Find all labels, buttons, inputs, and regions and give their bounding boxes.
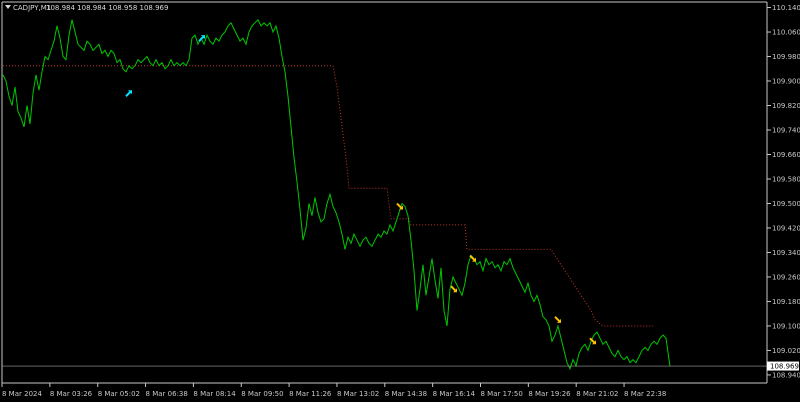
price-tick-label: 109.020 (772, 347, 800, 355)
price-tick-label: 109.340 (772, 249, 800, 257)
price-tick-label: 109.740 (772, 127, 800, 135)
time-tick-label: 8 Mar 03:26 (50, 390, 93, 398)
price-tick-label: 109.900 (772, 78, 800, 86)
price-tick-label: 109.100 (772, 322, 800, 330)
time-tick-label: 8 Mar 11:26 (289, 390, 332, 398)
price-tick-label: 109.820 (772, 102, 800, 110)
time-tick-label: 8 Mar 17:50 (481, 390, 523, 398)
time-tick-label: 8 Mar 19:26 (528, 390, 571, 398)
price-chart[interactable]: CADJPY,M1 108.984 108.984 108.958 108.96… (0, 0, 800, 402)
current-price-label: 108.969 (770, 363, 799, 371)
time-tick-label: 8 Mar 22:38 (624, 390, 666, 398)
price-tick-label: 109.260 (772, 273, 800, 281)
current-price-tag: 108.969 (767, 361, 799, 371)
price-tick-label: 109.660 (772, 151, 800, 159)
time-tick-label: 8 Mar 14:38 (385, 390, 427, 398)
ohlc-values: 108.984 108.984 108.958 108.969 (46, 4, 168, 12)
time-tick-label: 8 Mar 21:02 (576, 390, 618, 398)
time-tick-label: 8 Mar 09:50 (241, 390, 283, 398)
price-tick-label: 110.140 (772, 4, 800, 12)
price-tick-label: 108.940 (772, 371, 800, 379)
price-tick-label: 110.060 (772, 29, 800, 37)
price-tick-label: 109.580 (772, 175, 800, 183)
time-tick-label: 8 Mar 06:38 (146, 390, 188, 398)
time-tick-label: 8 Mar 2024 (2, 390, 42, 398)
time-tick-label: 8 Mar 13:02 (337, 390, 379, 398)
price-tick-label: 109.180 (772, 298, 800, 306)
price-tick-label: 109.500 (772, 200, 800, 208)
time-tick-label: 8 Mar 08:14 (193, 390, 236, 398)
price-tick-label: 109.420 (772, 224, 800, 232)
price-tick-label: 109.980 (772, 53, 800, 61)
time-tick-label: 8 Mar 05:02 (98, 390, 140, 398)
time-tick-label: 8 Mar 16:14 (433, 390, 476, 398)
